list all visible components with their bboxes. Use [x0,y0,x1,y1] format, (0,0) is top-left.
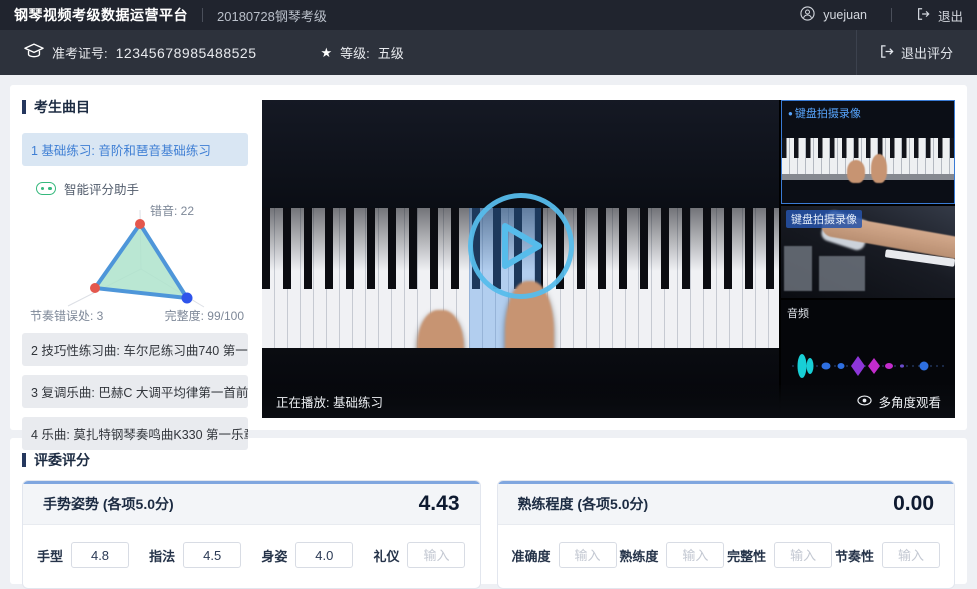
level-label: 等级: [340,43,370,62]
playlist-item-1[interactable]: 1 基础练习: 音阶和琶音基础练习 [22,133,248,166]
top-bar: 钢琴视频考级数据运营平台 20180728钢琴考级 yuejuan 退出 [0,0,977,30]
pip1-label: ●键盘拍摄录像 [788,105,861,121]
pip1-keyboard [782,138,954,175]
username: yuejuan [823,8,867,22]
title-accent-bar [22,453,26,467]
gesture-card-title: 手势姿势 (各项5.0分) [43,494,174,514]
robot-icon [36,182,56,195]
session-title: 20180728钢琴考级 [217,6,327,25]
field-label-proficiency: 熟练度 [619,546,658,565]
divider [891,8,892,22]
pip2-background-block [819,256,864,291]
field-label-hand-shape: 手型 [37,546,63,565]
song-list-title: 考生曲目 [22,97,248,117]
playlist-item-4[interactable]: 4 乐曲: 莫扎特钢琴奏鸣曲K330 第一乐章 [22,417,248,450]
user-icon [800,6,815,24]
multi-angle-button[interactable]: 多角度观看 [857,392,941,411]
star-icon: ★ [321,45,333,61]
ticket-number: 12345678985488525 [116,45,257,61]
graduation-cap-icon [24,43,44,62]
input-completeness[interactable] [774,542,832,568]
proficiency-card-title: 熟练程度 (各项5.0分) [518,494,649,514]
song-list-sidebar: 考生曲目 1 基础练习: 音阶和琶音基础练习 智能评分助手 错音: 22 [22,97,248,418]
field-label-completeness: 完整性 [727,546,766,565]
input-hand-shape[interactable] [71,542,129,568]
field-label-etiquette: 礼仪 [373,546,399,565]
title-accent-bar [22,100,26,114]
field-label-posture: 身姿 [261,546,287,565]
divider [202,8,203,22]
audio-waveform [790,342,946,390]
level-value: 五级 [378,43,404,62]
pip1-key-edge [782,174,954,179]
radar-chart: 错音: 22 节奏错误处: 3 完整度: 99/100 [22,202,248,324]
pip1-hand-right [871,154,886,183]
pip2-background-block [784,246,812,290]
pip1-hand-left [847,160,864,182]
live-dot-icon: ● [788,109,793,118]
play-button[interactable] [468,193,574,299]
video-status-bar: 正在播放: 基础练习 多角度观看 [262,385,955,418]
proficiency-score-card: 熟练程度 (各项5.0分) 0.00 准确度 熟练度 完整性 [497,480,956,589]
ticket-label: 准考证号: [52,43,108,62]
exam-info-bar: 准考证号: 12345678985488525 ★ 等级: 五级 退出评分 [0,30,977,75]
eye-icon [857,395,872,409]
app-title: 钢琴视频考级数据运营平台 [14,5,188,25]
camera-angle-column: ●键盘拍摄录像 键盘拍摄录像 音频 [781,100,955,418]
pip-keyboard-top-view[interactable]: ●键盘拍摄录像 [781,100,955,204]
gesture-score-card: 手势姿势 (各项5.0分) 4.43 手型 指法 身姿 [22,480,481,589]
gesture-card-score: 4.43 [419,492,460,516]
scoring-title: 评委评分 [22,450,955,470]
playlist-item-3[interactable]: 3 复调乐曲: 巴赫C 大调平均律第一首前奏曲 [22,375,248,408]
logout-icon [879,44,894,62]
radar-label-wrong-notes: 错音: 22 [150,202,194,219]
input-rhythm[interactable] [882,542,940,568]
field-label-accuracy: 准确度 [512,546,551,565]
field-label-rhythm: 节奏性 [835,546,874,565]
exam-panel: 考生曲目 1 基础练习: 音阶和琶音基础练习 智能评分助手 错音: 22 [10,85,967,430]
input-fingering[interactable] [183,542,241,568]
radar-label-completeness: 完整度: 99/100 [165,307,244,324]
radar-label-rhythm-errors: 节奏错误处: 3 [30,307,103,324]
input-etiquette[interactable] [407,542,465,568]
video-player: ●键盘拍摄录像 键盘拍摄录像 音频 [262,100,955,418]
proficiency-card-score: 0.00 [893,492,934,516]
now-playing-text: 正在播放: 基础练习 [276,392,383,411]
exit-scoring-label: 退出评分 [901,43,953,62]
pip-keyboard-side-view[interactable]: 键盘拍摄录像 [781,206,955,298]
field-label-fingering: 指法 [149,546,175,565]
pip2-label: 键盘拍摄录像 [786,210,862,228]
play-icon [499,222,543,270]
audio-label: 音频 [787,305,809,321]
main-video-view[interactable] [262,100,779,418]
logout-icon [916,7,930,24]
radar-svg [22,202,248,324]
exit-scoring-button[interactable]: 退出评分 [856,30,953,75]
ai-assistant-label: 智能评分助手 [36,179,248,198]
playlist-item-2[interactable]: 2 技巧性练习曲: 车尔尼练习曲740 第一首 [22,333,248,366]
input-posture[interactable] [295,542,353,568]
logout-button[interactable]: 退出 [938,6,963,25]
input-proficiency[interactable] [666,542,724,568]
input-accuracy[interactable] [559,542,617,568]
judge-scoring-panel: 评委评分 手势姿势 (各项5.0分) 4.43 手型 指法 [10,438,967,584]
